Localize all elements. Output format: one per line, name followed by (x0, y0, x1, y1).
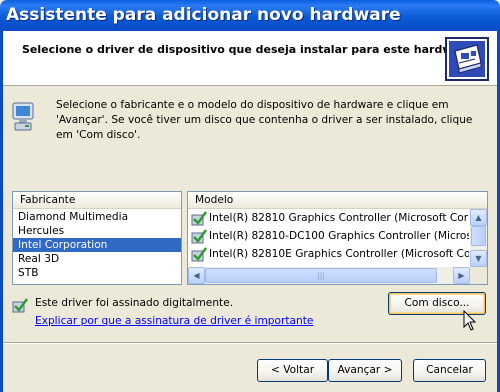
signature-info-link[interactable]: Explicar por que a assinatura de driver … (35, 315, 313, 327)
scroll-left-icon[interactable]: ◀ (188, 267, 205, 284)
signature-status-text: Este driver foi assinado digitalmente. (35, 297, 234, 309)
list-item[interactable]: STB (13, 266, 181, 280)
list-item[interactable]: Intel(R) 82810 Graphics Controller (Micr… (188, 209, 469, 227)
model-label: Intel(R) 82810 Graphics Controller (Micr… (209, 212, 469, 224)
manufacturer-items: Diamond Multimedia Hercules Intel Corpor… (13, 210, 181, 280)
list-item[interactable]: Real 3D (13, 252, 181, 266)
computer-monitor-icon (12, 102, 34, 131)
list-item[interactable]: Intel(R) 82810E Graphics Controller (Mic… (188, 245, 469, 263)
vertical-scroll-thumb[interactable] (471, 226, 486, 246)
scroll-down-icon[interactable]: ▼ (470, 250, 487, 267)
horizontal-scroll-thumb[interactable]: ||| (205, 268, 437, 283)
scroll-right-icon[interactable]: ▶ (453, 267, 470, 284)
manufacturer-column-header[interactable]: Fabricante (13, 192, 181, 209)
scrollbar-corner (470, 267, 487, 284)
wizard-header: Selecione o driver de dispositivo que de… (3, 31, 497, 86)
signed-driver-icon (191, 247, 207, 262)
signed-driver-icon (191, 229, 207, 244)
model-label: Intel(R) 82810E Graphics Controller (Mic… (209, 248, 469, 260)
model-label: Intel(R) 82810-DC100 Graphics Controller… (209, 230, 469, 242)
model-column-header[interactable]: Modelo (188, 192, 487, 209)
instruction-text: Selecione o fabricante e o modelo do dis… (56, 99, 473, 141)
vertical-scrollbar[interactable]: ▲ ▼ (470, 209, 487, 267)
signed-driver-checkmark-icon (12, 298, 28, 313)
list-item[interactable]: Hercules (13, 224, 181, 238)
model-list[interactable]: Modelo Intel(R) 82810 Graphics Controlle… (187, 191, 488, 285)
header-text: Selecione o driver de dispositivo que de… (22, 43, 477, 56)
scroll-up-icon[interactable]: ▲ (470, 209, 487, 226)
window-title: Assistente para adicionar novo hardware (6, 5, 401, 25)
mouse-pointer-icon (463, 310, 477, 331)
next-button[interactable]: Avançar > (328, 359, 402, 382)
signed-driver-icon (191, 211, 207, 226)
back-button[interactable]: < Voltar (257, 359, 328, 382)
list-item[interactable]: Diamond Multimedia (13, 210, 181, 224)
hardware-card-icon (445, 37, 489, 81)
list-item[interactable]: Intel(R) 82810-DC100 Graphics Controller… (188, 227, 469, 245)
title-bar[interactable]: Assistente para adicionar novo hardware (0, 0, 500, 31)
cancel-button[interactable]: Cancelar (413, 359, 486, 382)
horizontal-scrollbar[interactable]: ◀ ||| ▶ (188, 267, 470, 284)
manufacturer-list[interactable]: Fabricante Diamond Multimedia Hercules I… (12, 191, 182, 285)
separator-line (3, 342, 497, 344)
list-item-selected[interactable]: Intel Corporation (13, 238, 181, 252)
model-items: Intel(R) 82810 Graphics Controller (Micr… (188, 209, 469, 267)
